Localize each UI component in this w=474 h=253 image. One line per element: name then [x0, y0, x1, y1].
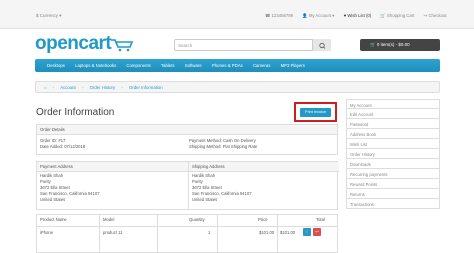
date-added: Date Added: 07/12/2018 [40, 144, 86, 149]
account-sidebar: My Account Edit Account Password Address… [346, 99, 440, 209]
order-details-panel: Order Details Order ID: #17 Date Added: … [36, 124, 338, 155]
product-name-cell: iPhone [40, 230, 54, 235]
home-icon[interactable]: ⌂ [44, 85, 47, 90]
wishlist-link[interactable]: ♥ Wish List (0) [344, 13, 376, 18]
menu-item-tablets[interactable]: Tablets [161, 63, 175, 68]
main-menu: Desktops Laptops & Notebooks Components … [35, 59, 440, 72]
addresses-panel: Payment Address Hardik Shah Purity 3672 … [36, 161, 339, 210]
menu-item-software[interactable]: Software [185, 63, 202, 68]
column-header-quantity: Quantity [189, 217, 205, 222]
wishlist-text: Wish List (0) [347, 13, 372, 18]
product-price-cell: $101.00 [259, 230, 275, 235]
payment-address-line: United States [40, 197, 66, 202]
search-icon [319, 42, 326, 49]
top-bar: $ Currency ▾ ☎ 123456789 👤 My Account ▾ … [0, 0, 474, 29]
shopping-cart-text: Shopping Cart [386, 13, 415, 18]
breadcrumb: ⌂ › Account › Order History › Order Info… [35, 81, 440, 93]
column-header-total: Total [316, 217, 325, 222]
sidebar-item-password[interactable]: Password [346, 119, 440, 129]
sidebar-item-wish-list[interactable]: Wish List [346, 139, 440, 149]
column-header-product-name: Product Name [40, 217, 67, 222]
sidebar-item-recurring-payments[interactable]: Recurring payments [346, 169, 440, 179]
logo[interactable]: opencart [35, 33, 112, 55]
sidebar-item-edit-account[interactable]: Edit Account [346, 109, 440, 119]
column-header-model: Model [103, 217, 115, 222]
print-invoice-highlight: Print Invoice [294, 102, 337, 122]
shopping-cart-link[interactable]: 🛒 Shopping Cart [380, 13, 418, 18]
cart-button-label: 0 item(s) - $0.00 [376, 42, 410, 47]
order-details-heading: Order Details [37, 125, 337, 135]
breadcrumb-account[interactable]: Account [60, 85, 76, 90]
breadcrumb-order-history[interactable]: Order History [90, 85, 116, 90]
cart-icon: 🛒 [370, 42, 376, 47]
top-links: ☎ 123456789 👤 My Account ▾ ♥ Wish List (… [265, 13, 455, 19]
sidebar-item-address-book[interactable]: Address Book [346, 129, 440, 139]
payment-address-column: Payment Address Hardik Shah Purity 3672 … [37, 162, 188, 210]
menu-item-phones[interactable]: Phones & PDAs [212, 63, 243, 68]
menu-item-laptops[interactable]: Laptops & Notebooks [75, 63, 116, 68]
print-invoice-button[interactable]: Print Invoice [300, 108, 331, 117]
breadcrumb-order-information[interactable]: Order Information [129, 85, 163, 90]
return-button[interactable]: ↩ [313, 228, 321, 236]
column-header-price: Price [258, 217, 268, 222]
search-input[interactable]: Search [174, 39, 331, 51]
search-button[interactable] [312, 39, 331, 51]
payment-address-heading: Payment Address [37, 162, 188, 172]
sidebar-item-returns[interactable]: Returns [346, 189, 440, 199]
product-quantity-cell: 1 [208, 230, 211, 235]
reorder-button[interactable]: 🛒 [303, 228, 311, 236]
shipping-address-line: United States [192, 197, 218, 202]
checkout-text: Checkout [428, 13, 447, 18]
logo-cart-icon [111, 39, 134, 52]
shipping-method: Shipping Method: Flat Shipping Rate [189, 144, 258, 149]
account-text: My Account ▾ [308, 13, 335, 18]
menu-item-components[interactable]: Components [126, 63, 150, 68]
sidebar-item-transactions[interactable]: Transactions [346, 199, 440, 209]
checkout-link[interactable]: ↪ Checkout [424, 13, 451, 18]
menu-item-desktops[interactable]: Desktops [47, 63, 65, 68]
products-table: Product Name Model Quantity Price Total … [36, 214, 338, 253]
menu-item-cameras[interactable]: Cameras [253, 63, 270, 68]
product-total-cell: $101.00 [280, 230, 296, 235]
phone-link[interactable]: ☎ 123456789 [265, 13, 297, 18]
cart-icon: 🛒 [304, 229, 310, 234]
sidebar-item-my-account[interactable]: My Account [346, 99, 440, 109]
product-model-cell: product 11 [103, 230, 123, 235]
menu-item-mp3[interactable]: MP3 Players [281, 63, 305, 68]
sidebar-item-reward-points[interactable]: Reward Points [346, 179, 440, 189]
account-link[interactable]: 👤 My Account ▾ [302, 13, 338, 18]
return-icon: ↩ [315, 229, 319, 234]
shipping-address-heading: Shipping Address [189, 162, 339, 172]
sidebar-item-downloads[interactable]: Downloads [346, 159, 440, 169]
page-title: Order Information [36, 107, 115, 118]
currency-dropdown[interactable]: $ Currency ▾ [36, 13, 62, 19]
sidebar-item-order-history[interactable]: Order History [346, 149, 440, 159]
cart-button[interactable]: 🛒 0 item(s) - $0.00 [360, 39, 440, 51]
phone-text: 123456789 [271, 13, 294, 18]
shipping-address-column: Shipping Address Hardik Shah Purity 3672… [188, 162, 339, 210]
